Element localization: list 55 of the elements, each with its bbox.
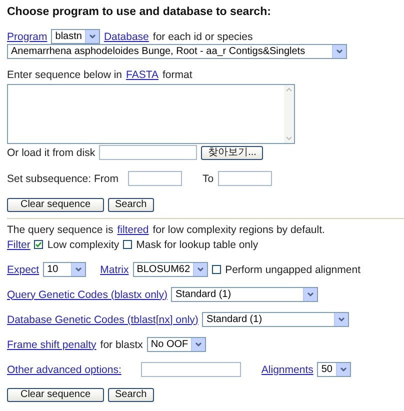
advanced-options-link[interactable]: Other advanced options: — [7, 364, 122, 376]
program-link[interactable]: Program — [7, 30, 48, 42]
matrix-link[interactable]: Matrix — [100, 264, 129, 276]
scrollbar-icon — [284, 85, 294, 143]
subsequence-from-label: Set subsequence: From — [7, 172, 118, 184]
matrix-select[interactable]: BLOSUM62 — [132, 262, 208, 277]
caret-icon — [332, 45, 346, 58]
search-button[interactable]: Search — [108, 198, 154, 212]
from-field[interactable] — [128, 171, 182, 186]
frame-shift-link[interactable]: Frame shift penalty — [7, 338, 96, 350]
checkbox[interactable] — [123, 240, 132, 249]
expect-link[interactable]: Expect — [7, 264, 40, 276]
caret-icon — [84, 30, 99, 43]
caret-icon — [71, 263, 86, 276]
file-label: Or load it from disk — [7, 146, 96, 158]
alignments-select[interactable]: 50 — [317, 362, 350, 377]
search-button[interactable]: Search — [108, 388, 154, 402]
caret-icon — [334, 313, 348, 326]
checkbox-label: Perform ungapped alignment — [225, 264, 360, 276]
database-codes-select[interactable]: Standard (1) — [202, 312, 350, 327]
advanced-options-field[interactable] — [141, 362, 242, 377]
database-select[interactable]: Anemarrhena asphodeloides Bunge, Root - aa_r Contigs&Singlets — [7, 44, 347, 59]
checkbox[interactable] — [212, 265, 222, 274]
program-select[interactable]: blastn — [51, 29, 100, 44]
file-path-field[interactable] — [99, 145, 198, 160]
caret-icon — [193, 263, 208, 276]
fasta-link[interactable]: FASTA — [126, 68, 158, 80]
sequence-label: Enter sequence below in — [7, 68, 122, 80]
caret-icon — [303, 288, 318, 301]
page-heading: Choose program to use and database to search: — [7, 6, 272, 18]
query-codes-select[interactable]: Standard (1) — [171, 287, 318, 302]
filter-note-end: for low complexity regions by default. — [152, 224, 325, 236]
filter-link[interactable]: Filter — [7, 238, 30, 250]
filtered-link[interactable]: filtered — [117, 224, 149, 236]
alignments-link[interactable]: Alignments — [261, 364, 314, 376]
frame-shift-hint: for blastx — [100, 338, 143, 350]
database-hint: for each id or species — [152, 30, 253, 42]
clear-sequence-button[interactable]: Clear sequence — [7, 198, 104, 212]
sequence-format-label: format — [162, 68, 192, 80]
browse-button[interactable]: 찾아보기... — [201, 146, 264, 160]
to-field[interactable] — [218, 171, 272, 186]
checkbox-label: Mask for lookup table only — [136, 238, 258, 250]
caret-icon — [336, 363, 350, 376]
subsequence-to-label: To — [202, 172, 214, 184]
database-link[interactable]: Database — [104, 30, 149, 42]
checkbox[interactable] — [34, 240, 44, 249]
caret-icon — [191, 338, 206, 351]
filter-note: The query sequence is — [7, 224, 114, 236]
expect-select[interactable]: 10 — [43, 262, 86, 277]
checkbox-label: Low complexity — [47, 238, 120, 250]
query-genetic-codes-link[interactable]: Query Genetic Codes (blastx only) — [7, 288, 168, 300]
frame-shift-select[interactable]: No OOF — [146, 337, 206, 352]
database-genetic-codes-link[interactable]: Database Genetic Codes (tblast[nx] only) — [7, 314, 198, 326]
sequence-textarea[interactable] — [7, 84, 295, 144]
clear-sequence-button[interactable]: Clear sequence — [7, 388, 104, 402]
